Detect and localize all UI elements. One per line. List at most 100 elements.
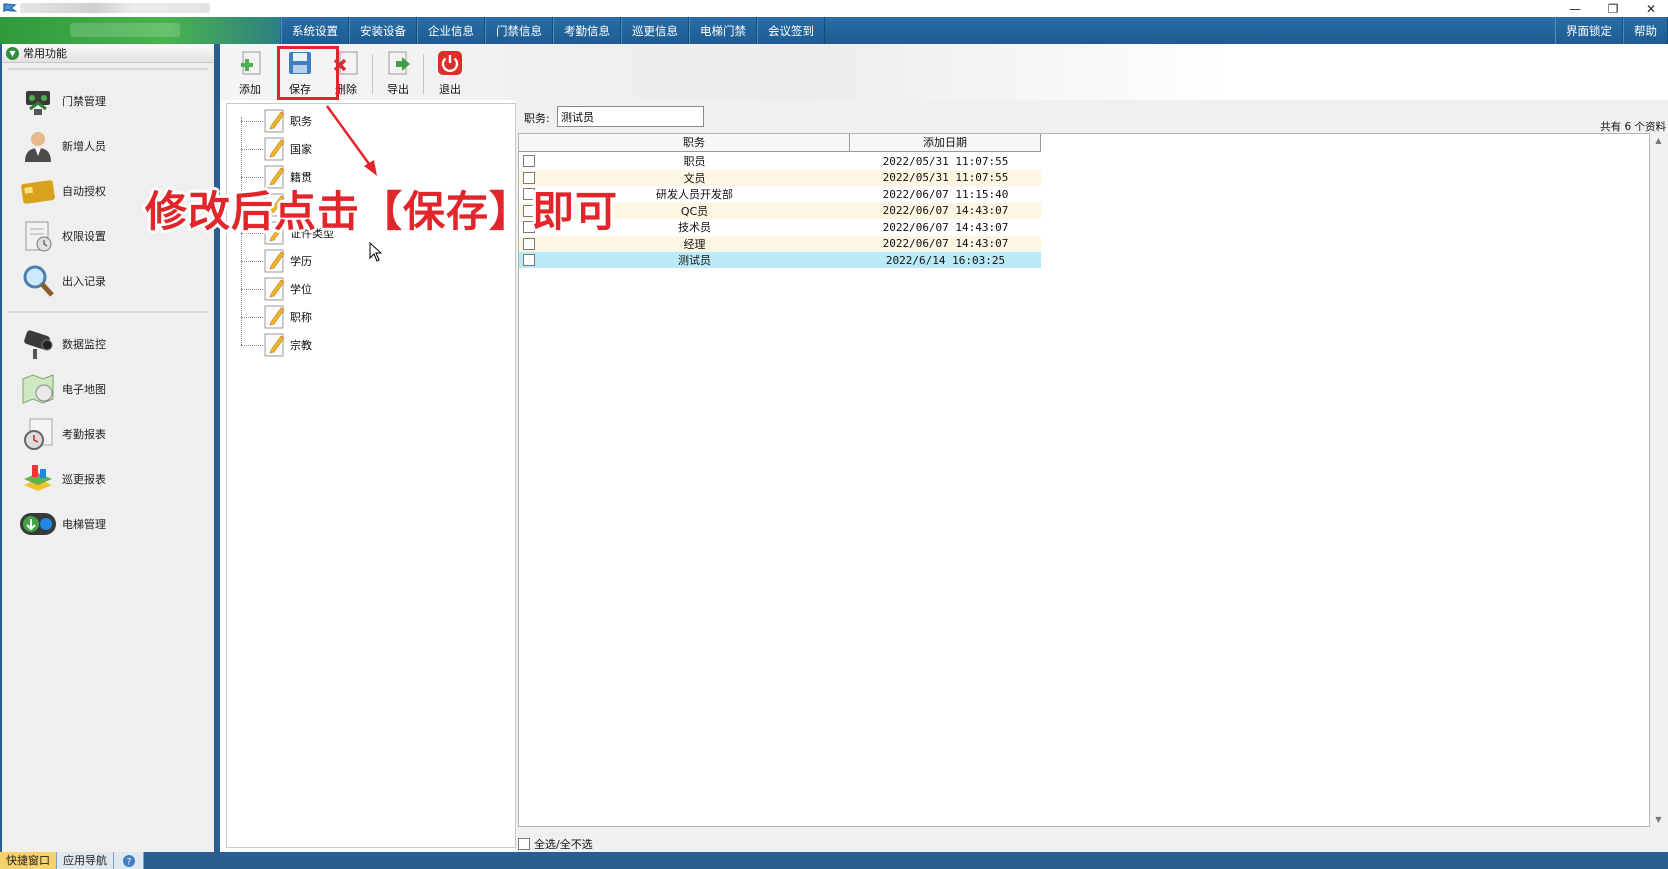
- menu-right: 界面锁定 帮助: [1555, 17, 1668, 44]
- sidebar-bottom-tabs: 快捷窗口 应用导航 ?: [0, 852, 220, 869]
- select-all[interactable]: 全选/全不选: [518, 836, 593, 852]
- toolbar-divider: [372, 54, 373, 94]
- clock-report-icon: [18, 414, 58, 454]
- sidebar-item-e-map[interactable]: 电子地图: [2, 366, 214, 411]
- sidebar-item-access-records[interactable]: 出入记录: [2, 258, 214, 303]
- instruction-annotation: 修改后点击【保存】即可: [145, 187, 619, 236]
- tree-node[interactable]: 职称: [241, 303, 312, 331]
- minimize-button[interactable]: —: [1558, 0, 1592, 17]
- camera-icon: [18, 324, 58, 364]
- sidebar-item-add-person[interactable]: 新增人员: [2, 123, 214, 168]
- tree-node-label: 职务: [290, 115, 312, 128]
- exit-label: 退出: [439, 83, 461, 96]
- menu-access-info[interactable]: 门禁信息: [485, 17, 553, 44]
- tree-node[interactable]: 国家: [241, 135, 312, 163]
- table-row-selected[interactable]: 测试员 2022/6/14 16:03:25: [519, 252, 1041, 268]
- close-button[interactable]: ✕: [1634, 0, 1668, 17]
- tree-node[interactable]: 宗教: [241, 331, 312, 359]
- vertical-scrollbar[interactable]: ▲ ▼: [1651, 133, 1666, 827]
- door-access-icon: [18, 81, 58, 121]
- sidebar-header[interactable]: ▼ 常用功能: [2, 44, 214, 63]
- add-button[interactable]: 添加: [227, 48, 273, 98]
- sidebar-item-label: 权限设置: [62, 229, 106, 243]
- tree-node[interactable]: 学历: [241, 247, 312, 275]
- menu-company-info[interactable]: 企业信息: [417, 17, 485, 44]
- menu-meeting-signin[interactable]: 会议签到: [757, 17, 825, 44]
- edit-document-icon: [264, 249, 285, 273]
- menu-items: 系统设置 安装设备 企业信息 门禁信息 考勤信息 巡更信息 电梯门禁 会议签到: [281, 17, 825, 44]
- cell-date: 2022/05/31 11:07:55: [882, 171, 1009, 184]
- column-header-position[interactable]: 职务: [539, 134, 850, 152]
- brand-logo: [0, 17, 280, 44]
- tree-connector: [241, 288, 263, 290]
- export-button[interactable]: 导出: [375, 48, 421, 98]
- edit-document-icon: [264, 277, 285, 301]
- toolbar-divider: [423, 54, 424, 94]
- menu-help[interactable]: 帮助: [1623, 17, 1668, 44]
- power-icon: [435, 48, 465, 78]
- row-checkbox[interactable]: [523, 155, 535, 167]
- svg-text:?: ?: [126, 857, 131, 867]
- position-input[interactable]: [557, 106, 704, 127]
- tree-node-label: 学位: [290, 283, 312, 296]
- card-icon: [18, 171, 58, 211]
- sidebar-item-label: 数据监控: [62, 337, 106, 351]
- window-title: [20, 3, 210, 13]
- menu-system-settings[interactable]: 系统设置: [281, 17, 349, 44]
- sidebar-item-label: 门禁管理: [62, 94, 106, 108]
- permission-icon: [18, 216, 58, 256]
- row-checkbox-cell: [519, 155, 539, 167]
- tree-node[interactable]: 学位: [241, 275, 312, 303]
- cell-date: 2022/6/14 16:03:25: [885, 253, 1006, 267]
- help-icon[interactable]: ?: [114, 852, 144, 869]
- sidebar-item-data-monitor[interactable]: 数据监控: [2, 321, 214, 366]
- tree-node[interactable]: 职务: [241, 107, 312, 135]
- edit-document-icon: [264, 137, 285, 161]
- data-grid: 职务 添加日期 职员 2022/05/31 11:07:55 文员 2022/05/3…: [518, 133, 1650, 827]
- menu-attendance-info[interactable]: 考勤信息: [553, 17, 621, 44]
- sidebar-item-patrol-report[interactable]: 巡更报表: [2, 456, 214, 501]
- toolbar: 添加 保存 删除 导出 退出: [220, 44, 1668, 100]
- row-checkbox[interactable]: [523, 237, 535, 250]
- menu-lock-screen[interactable]: 界面锁定: [1555, 17, 1623, 44]
- tab-quick-window[interactable]: 快捷窗口: [0, 852, 57, 869]
- status-bar: [220, 852, 1668, 869]
- scroll-up-icon[interactable]: ▲: [1651, 133, 1666, 148]
- sidebar-item-elevator[interactable]: 电梯管理: [2, 501, 214, 546]
- magnifier-icon: [18, 261, 58, 301]
- menu-patrol-info[interactable]: 巡更信息: [621, 17, 689, 44]
- cell-position: 测试员: [678, 254, 711, 267]
- menu-install-device[interactable]: 安装设备: [349, 17, 417, 44]
- edit-document-icon: [264, 333, 285, 357]
- sidebar: ▼ 常用功能 门禁管理 新增人员 自动授权 权限设置 出入记录 数据监控 电子地…: [0, 44, 220, 852]
- restore-button[interactable]: ❐: [1596, 0, 1630, 17]
- row-checkbox-cell: [519, 254, 539, 266]
- sidebar-item-attendance-report[interactable]: 考勤报表: [2, 411, 214, 456]
- record-count: 共有 6 个资料: [1600, 121, 1666, 133]
- filter-label: 职务:: [524, 112, 550, 125]
- grid-header: 职务 添加日期: [519, 134, 1041, 152]
- cell-date: 2022/06/07 14:43:07: [882, 220, 1009, 234]
- tree-node-label: 职称: [290, 311, 312, 324]
- table-row[interactable]: 职员 2022/05/31 11:07:55: [519, 153, 1041, 169]
- exit-button[interactable]: 退出: [427, 48, 473, 98]
- collapse-icon[interactable]: ▼: [6, 46, 19, 60]
- sidebar-group-2: 数据监控 电子地图 考勤报表 巡更报表 电梯管理: [2, 313, 214, 546]
- title-bar: — ❐ ✕: [0, 0, 1668, 17]
- sidebar-item-label: 电梯管理: [62, 517, 106, 531]
- edit-document-icon: [264, 109, 285, 133]
- tree-connector: [241, 120, 263, 122]
- scroll-down-icon[interactable]: ▼: [1651, 812, 1666, 827]
- cell-date: 2022/06/07 14:43:07: [882, 204, 1009, 217]
- cell-date: 2022/06/07 11:15:40: [882, 187, 1009, 201]
- select-all-label: 全选/全不选: [534, 838, 593, 851]
- sidebar-item-label: 电子地图: [62, 382, 106, 396]
- row-checkbox[interactable]: [523, 254, 535, 266]
- column-header-date[interactable]: 添加日期: [850, 134, 1041, 152]
- sidebar-item-door-access[interactable]: 门禁管理: [2, 78, 214, 123]
- select-all-checkbox[interactable]: [518, 838, 530, 850]
- tab-app-nav[interactable]: 应用导航: [57, 852, 114, 869]
- save-button-highlight: [277, 46, 339, 100]
- menu-elevator-access[interactable]: 电梯门禁: [689, 17, 757, 44]
- cell-date: 2022/05/31 11:07:55: [882, 154, 1009, 168]
